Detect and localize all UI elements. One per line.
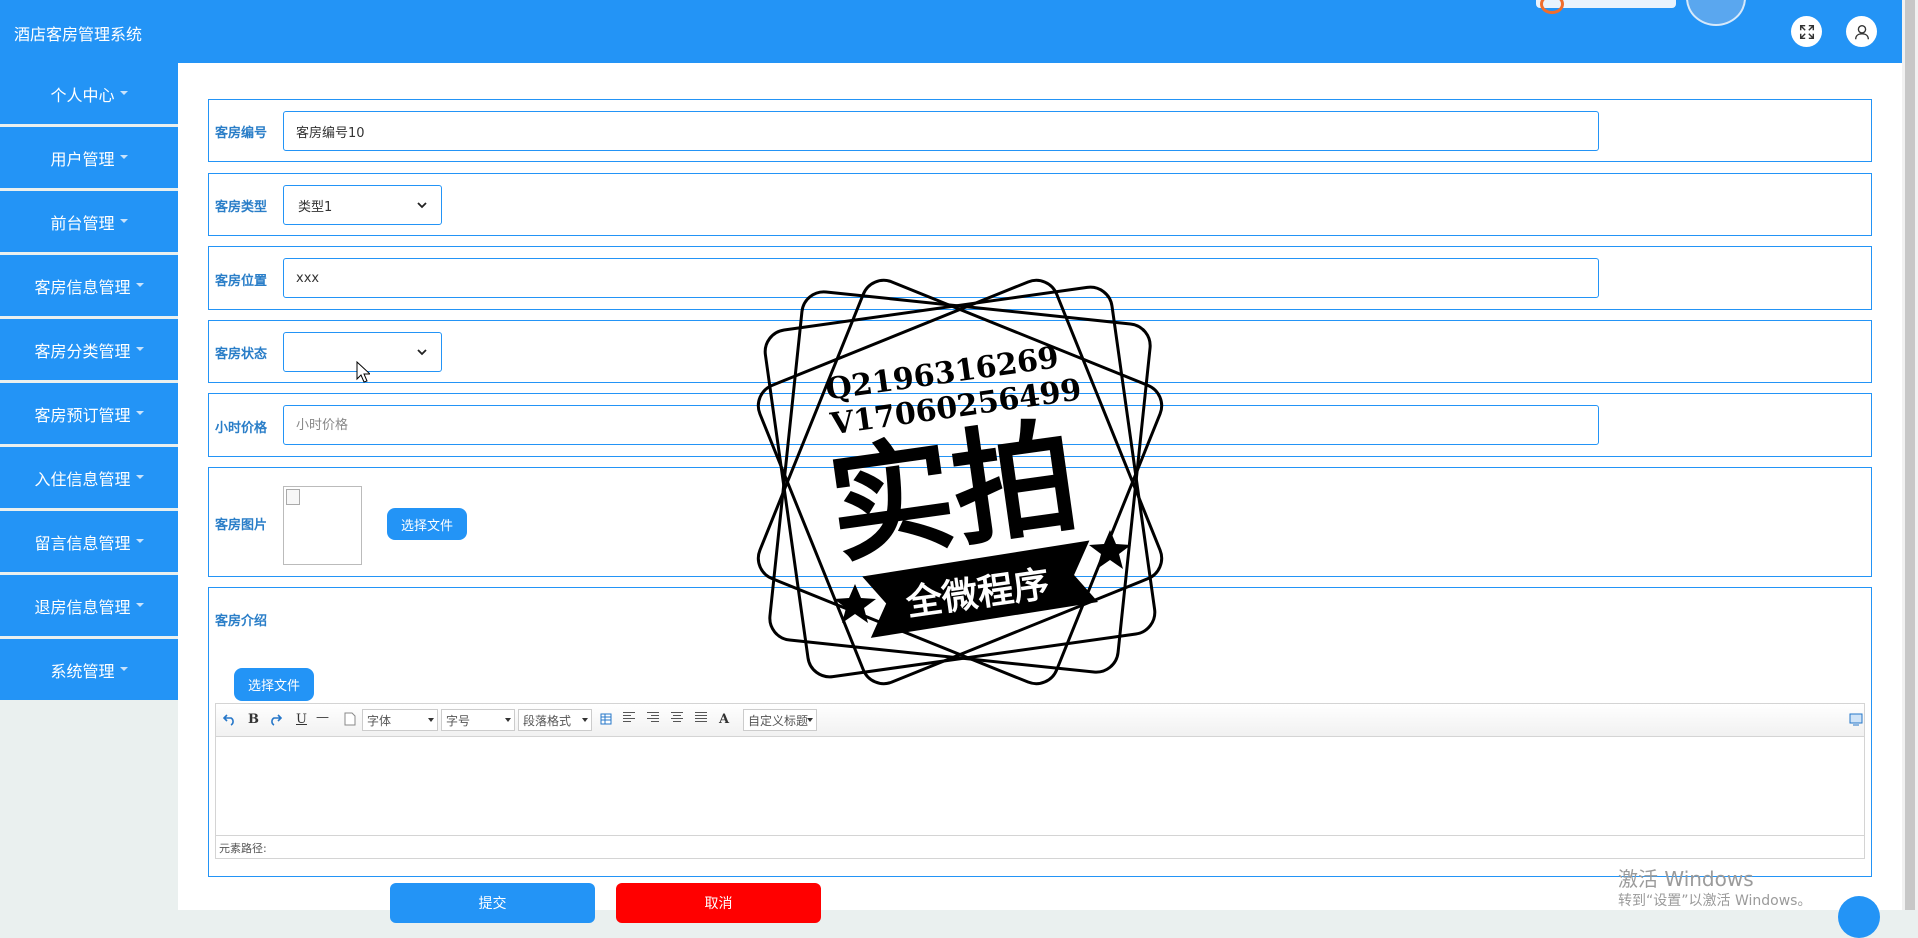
editor-toolbar: B U — 字体 字号 段落格式 A 自定义标题: [216, 704, 1864, 737]
bold-icon[interactable]: B: [248, 712, 259, 727]
form-row-room-type: 客房类型 类型1: [208, 173, 1872, 236]
windows-activation-subtitle: 转到“设置”以激活 Windows。: [1618, 893, 1812, 909]
room-number-input[interactable]: [283, 111, 1599, 151]
font-family-select[interactable]: 字体: [362, 709, 438, 731]
font-color-icon[interactable]: A: [719, 712, 729, 727]
chevron-down-icon: [119, 90, 128, 95]
app-title: 酒店客房管理系统: [14, 25, 143, 44]
user-menu-button[interactable]: [1846, 16, 1877, 47]
document-icon[interactable]: [344, 712, 356, 726]
sidebar-item-system[interactable]: 系统管理: [0, 639, 178, 700]
room-type-select[interactable]: 类型1: [283, 185, 442, 225]
sidebar-item-room-booking[interactable]: 客房预订管理: [0, 383, 178, 444]
room-location-label: 客房位置: [215, 274, 268, 289]
sidebar-item-user-management[interactable]: 用户管理: [0, 127, 178, 188]
chevron-down-icon: [135, 602, 144, 607]
page-scrollbar[interactable]: [1902, 0, 1918, 910]
user-icon: [1854, 24, 1869, 39]
chevron-down-icon: [135, 538, 144, 543]
sidebar-item-messages[interactable]: 留言信息管理: [0, 511, 178, 572]
editor-element-path: 元素路径:: [216, 835, 1864, 859]
align-center-icon[interactable]: [671, 712, 683, 726]
room-type-selected-value: 类型1: [298, 199, 333, 215]
windows-activation-title: 激活 Windows: [1618, 867, 1754, 891]
top-header: 酒店客房管理系统: [0, 0, 1902, 63]
underline-icon[interactable]: U: [296, 712, 307, 727]
room-intro-choose-file-button[interactable]: 选择文件: [234, 668, 314, 701]
floating-assistant-bubble[interactable]: [1686, 0, 1746, 26]
form-row-room-number: 客房编号: [208, 99, 1872, 162]
expand-icon: [1799, 24, 1814, 39]
recorder-logo-icon: [1540, 0, 1564, 14]
chevron-down-icon: [119, 154, 128, 159]
sidebar-item-checkin[interactable]: 入住信息管理: [0, 447, 178, 508]
paragraph-format-select[interactable]: 段落格式: [518, 709, 592, 731]
back-to-top-button[interactable]: [1838, 896, 1880, 938]
room-number-label: 客房编号: [215, 126, 268, 141]
align-right-icon[interactable]: [647, 712, 659, 726]
chevron-down-icon: [135, 474, 144, 479]
chevron-down-icon: [135, 410, 144, 415]
floating-recorder-toolbar: [1536, 0, 1676, 14]
chevron-down-icon: [135, 346, 144, 351]
sidebar-item-checkout[interactable]: 退房信息管理: [0, 575, 178, 636]
chevron-down-icon: [417, 349, 427, 356]
horizontal-rule-icon[interactable]: —: [316, 710, 329, 725]
chevron-down-icon: [135, 282, 144, 287]
font-size-select[interactable]: 字号: [441, 709, 515, 731]
chevron-down-icon: [119, 666, 128, 671]
sidebar-item-room-category[interactable]: 客房分类管理: [0, 319, 178, 380]
chevron-down-icon: [417, 202, 427, 209]
watermark-stamp: Q2196316269 V17060256499 实拍 全微程序: [756, 278, 1164, 686]
cancel-button[interactable]: 取消: [616, 883, 821, 923]
mouse-cursor-icon: [356, 361, 370, 383]
redo-icon[interactable]: [268, 712, 282, 726]
table-icon[interactable]: [600, 712, 612, 726]
undo-icon[interactable]: [223, 712, 237, 726]
submit-button[interactable]: 提交: [390, 883, 595, 923]
editor-content-area[interactable]: [216, 737, 1864, 835]
chevron-down-icon: [119, 218, 128, 223]
scrollbar-thumb[interactable]: [1905, 0, 1915, 910]
room-image-choose-file-button[interactable]: 选择文件: [387, 508, 467, 540]
room-type-label: 客房类型: [215, 200, 268, 215]
broken-image-icon: [286, 489, 300, 505]
fullscreen-editor-icon[interactable]: [1849, 712, 1863, 726]
room-intro-label: 客房介绍: [215, 614, 268, 629]
rich-text-editor: B U — 字体 字号 段落格式 A 自定义标题 元素路径:: [215, 703, 1865, 859]
custom-title-select[interactable]: 自定义标题: [743, 709, 817, 731]
sidebar: 个人中心 用户管理 前台管理 客房信息管理 客房分类管理 客房预订管理 入住信息…: [0, 63, 178, 703]
star-icon: [1089, 530, 1131, 569]
room-status-label: 客房状态: [215, 347, 268, 362]
sidebar-item-front-desk[interactable]: 前台管理: [0, 191, 178, 252]
room-image-label: 客房图片: [215, 518, 268, 533]
fullscreen-button[interactable]: [1791, 16, 1822, 47]
align-justify-icon[interactable]: [695, 712, 707, 726]
align-left-icon[interactable]: [623, 712, 635, 726]
room-image-preview: [283, 486, 362, 565]
sidebar-item-room-info[interactable]: 客房信息管理: [0, 255, 178, 316]
sidebar-item-personal-center[interactable]: 个人中心: [0, 63, 178, 124]
hourly-price-label: 小时价格: [215, 421, 268, 436]
